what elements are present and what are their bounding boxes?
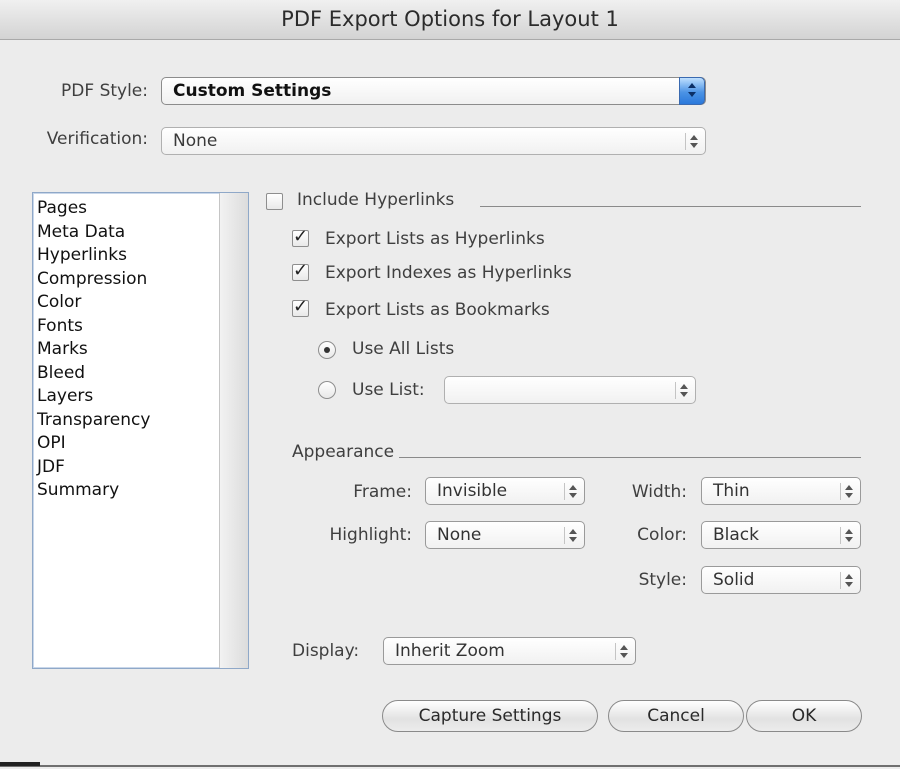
pdf-style-value: Custom Settings — [173, 81, 332, 101]
verification-value: None — [173, 131, 218, 151]
popup-arrows-icon — [564, 527, 578, 544]
use-all-lists-label: Use All Lists — [352, 339, 455, 359]
export-indexes-hyperlinks-label: Export Indexes as Hyperlinks — [325, 263, 572, 283]
popup-arrows-icon — [615, 643, 629, 660]
popup-arrows-icon — [840, 572, 854, 589]
pdf-style-popup[interactable]: Custom Settings — [161, 77, 706, 105]
width-value: Thin — [713, 481, 750, 501]
highlight-label: Highlight: — [329, 525, 412, 545]
window-corner — [0, 762, 40, 766]
export-lists-bookmarks-label: Export Lists as Bookmarks — [325, 300, 550, 320]
checkmark-icon: ✓ — [293, 226, 309, 247]
display-label: Display: — [292, 641, 360, 661]
list-item-bleed[interactable]: Bleed — [37, 362, 248, 386]
checkmark-icon: ✓ — [293, 296, 309, 317]
style-value: Solid — [713, 570, 755, 590]
popup-arrows-icon — [840, 483, 854, 500]
section-divider — [480, 206, 861, 207]
list-item-layers[interactable]: Layers — [37, 385, 248, 409]
list-item-transparency[interactable]: Transparency — [37, 409, 248, 433]
style-popup[interactable]: Solid — [701, 566, 861, 594]
frame-popup[interactable]: Invisible — [425, 477, 585, 505]
highlight-value: None — [437, 525, 482, 545]
cancel-button[interactable]: Cancel — [608, 700, 744, 732]
use-list-label: Use List: — [352, 380, 425, 400]
list-item-pages[interactable]: Pages — [37, 197, 248, 221]
list-item-marks[interactable]: Marks — [37, 338, 248, 362]
style-label: Style: — [638, 570, 687, 590]
use-list-popup[interactable] — [444, 376, 696, 404]
verification-label: Verification: — [46, 129, 148, 149]
highlight-popup[interactable]: None — [425, 521, 585, 549]
display-popup[interactable]: Inherit Zoom — [383, 637, 636, 665]
checkmark-icon: ✓ — [293, 260, 309, 281]
include-hyperlinks-checkbox[interactable] — [266, 193, 283, 210]
list-item-hyperlinks[interactable]: Hyperlinks — [37, 244, 248, 268]
list-item-compression[interactable]: Compression — [37, 268, 248, 292]
list-item-fonts[interactable]: Fonts — [37, 315, 248, 339]
list-item-jdf[interactable]: JDF — [37, 456, 248, 480]
radio-dot-icon — [324, 347, 330, 353]
list-scrollbar[interactable] — [219, 193, 248, 668]
category-list[interactable]: Pages Meta Data Hyperlinks Compression C… — [32, 192, 249, 669]
popup-arrows-icon — [840, 527, 854, 544]
appearance-section-label: Appearance — [292, 442, 395, 462]
popup-arrows-icon — [685, 133, 699, 150]
window-title: PDF Export Options for Layout 1 — [0, 0, 900, 40]
capture-settings-button[interactable]: Capture Settings — [382, 700, 598, 732]
frame-label: Frame: — [353, 482, 412, 502]
list-item-color[interactable]: Color — [37, 291, 248, 315]
pdf-style-label: PDF Style: — [61, 81, 148, 101]
verification-popup[interactable]: None — [161, 127, 706, 155]
popup-arrows-icon — [675, 382, 689, 399]
color-label: Color: — [637, 525, 687, 545]
popup-arrows-icon — [679, 77, 705, 105]
use-list-radio[interactable] — [318, 381, 336, 399]
width-label: Width: — [631, 482, 687, 502]
popup-arrows-icon — [564, 483, 578, 500]
display-value: Inherit Zoom — [395, 641, 505, 661]
export-lists-bookmarks-checkbox[interactable]: ✓ — [292, 296, 309, 317]
width-popup[interactable]: Thin — [701, 477, 861, 505]
export-indexes-hyperlinks-checkbox[interactable]: ✓ — [292, 260, 309, 281]
frame-value: Invisible — [437, 481, 508, 501]
include-hyperlinks-label: Include Hyperlinks — [297, 190, 455, 210]
color-value: Black — [713, 525, 759, 545]
ok-button[interactable]: OK — [746, 700, 862, 732]
list-item-summary[interactable]: Summary — [37, 479, 248, 503]
list-item-opi[interactable]: OPI — [37, 432, 248, 456]
use-all-lists-radio[interactable] — [318, 341, 336, 359]
window-bottom-edge — [0, 765, 900, 767]
export-lists-hyperlinks-label: Export Lists as Hyperlinks — [325, 229, 545, 249]
color-popup[interactable]: Black — [701, 521, 861, 549]
list-item-meta-data[interactable]: Meta Data — [37, 221, 248, 245]
section-divider — [399, 457, 861, 458]
export-lists-hyperlinks-checkbox[interactable]: ✓ — [292, 226, 309, 247]
